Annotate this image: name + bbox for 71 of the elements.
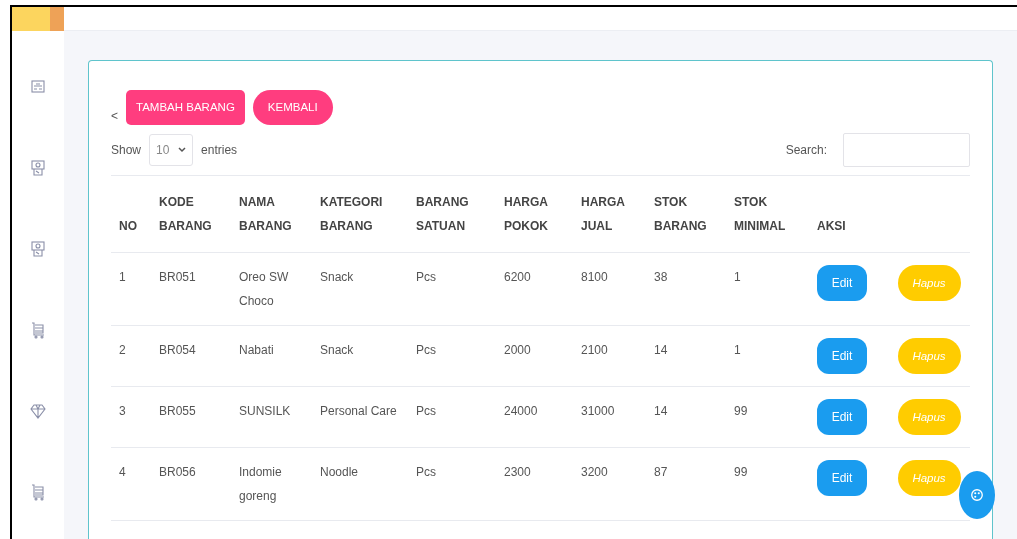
delete-button[interactable]: Hapus [897, 460, 961, 496]
column-header: HARGA POKOK [496, 175, 573, 253]
cart-icon[interactable] [30, 483, 46, 501]
table-cell-text: 14 [654, 403, 669, 420]
column-header: NAMA BARANG [231, 175, 312, 253]
table-cell-text: 2300 [504, 464, 532, 481]
search-label: Search: [785, 142, 827, 159]
diamond-icon[interactable] [30, 402, 46, 420]
table-cell-text: 2000 [504, 342, 532, 359]
table-cell-text: 2 [119, 342, 127, 359]
delete-button[interactable]: Hapus [897, 265, 961, 301]
table-cell-text: 6200 [504, 269, 532, 286]
column-header: HARGA JUAL [573, 175, 646, 253]
table-cell-text: 1 [734, 342, 742, 359]
table-cell-text: Snack [320, 269, 355, 286]
column-header: KODE BARANG [151, 175, 231, 253]
page-size-select[interactable]: 10 [149, 134, 194, 166]
palette-icon [970, 488, 984, 502]
table-cell-text: BR056 [159, 464, 197, 481]
table-cell-text: 3 [119, 403, 127, 420]
table-cell-text: 1 [119, 269, 127, 286]
table-cell-text: Oreo SW Choco [239, 269, 290, 310]
column-header: NO [111, 175, 151, 253]
table-cell-text: 3200 [581, 464, 609, 481]
entries-label: entries [201, 142, 238, 159]
show-label: Show [111, 142, 142, 159]
logo [12, 7, 64, 31]
edit-button[interactable]: Edit [817, 338, 867, 374]
table-cell-text: Pcs [416, 464, 437, 481]
money-hand-icon[interactable] [30, 159, 46, 177]
card-icon[interactable] [30, 78, 46, 96]
delete-button[interactable]: Hapus [897, 338, 961, 374]
delete-button[interactable]: Hapus [897, 399, 961, 435]
column-header: STOK MINIMAL [726, 175, 809, 253]
table-cell-text: 38 [654, 269, 669, 286]
table-cell-text: 87 [654, 464, 669, 481]
edit-button[interactable]: Edit [817, 399, 867, 435]
table-cell-text: BR054 [159, 342, 197, 359]
edit-button[interactable]: Edit [817, 460, 867, 496]
table-cell-text: Pcs [416, 269, 437, 286]
table-cell-text: BR055 [159, 403, 197, 420]
column-header: KATEGORI BARANG [312, 175, 408, 253]
back-link[interactable]: < [111, 107, 118, 125]
table-cell-text: SUNSILK [239, 403, 292, 420]
table-cell-text: 2100 [581, 342, 609, 359]
table-cell-text: Indomie goreng [239, 464, 283, 505]
table-cell-text: 99 [734, 403, 749, 420]
column-header: BARANG SATUAN [408, 175, 496, 253]
cart-icon[interactable] [30, 321, 46, 339]
column-header: STOK BARANG [646, 175, 726, 253]
table-cell-text: Nabati [239, 342, 275, 359]
table-cell-text: 24000 [504, 403, 539, 420]
chevron-icon [178, 147, 187, 153]
table-cell-text: 1 [734, 269, 742, 286]
table-cell-text: Personal Care [320, 403, 398, 420]
add-button[interactable]: TAMBAH BARANG [126, 90, 245, 125]
table-cell-text: Pcs [416, 342, 437, 359]
table-cell-text: Pcs [416, 403, 437, 420]
column-header: AKSI [809, 175, 970, 253]
table-cell-text: 14 [654, 342, 669, 359]
table-cell-text: Noodle [320, 464, 360, 481]
search-field[interactable] [843, 133, 970, 167]
table-cell-text: 99 [734, 464, 749, 481]
table-cell-text: BR051 [159, 269, 197, 286]
table-cell-text: 31000 [581, 403, 616, 420]
back-button[interactable]: KEMBALI [252, 90, 333, 125]
money-hand-icon[interactable] [30, 240, 46, 258]
table-cell-text: 8100 [581, 269, 609, 286]
table-cell-text: 4 [119, 464, 127, 481]
table-cell-text: Snack [320, 342, 355, 359]
edit-button[interactable]: Edit [817, 265, 867, 301]
